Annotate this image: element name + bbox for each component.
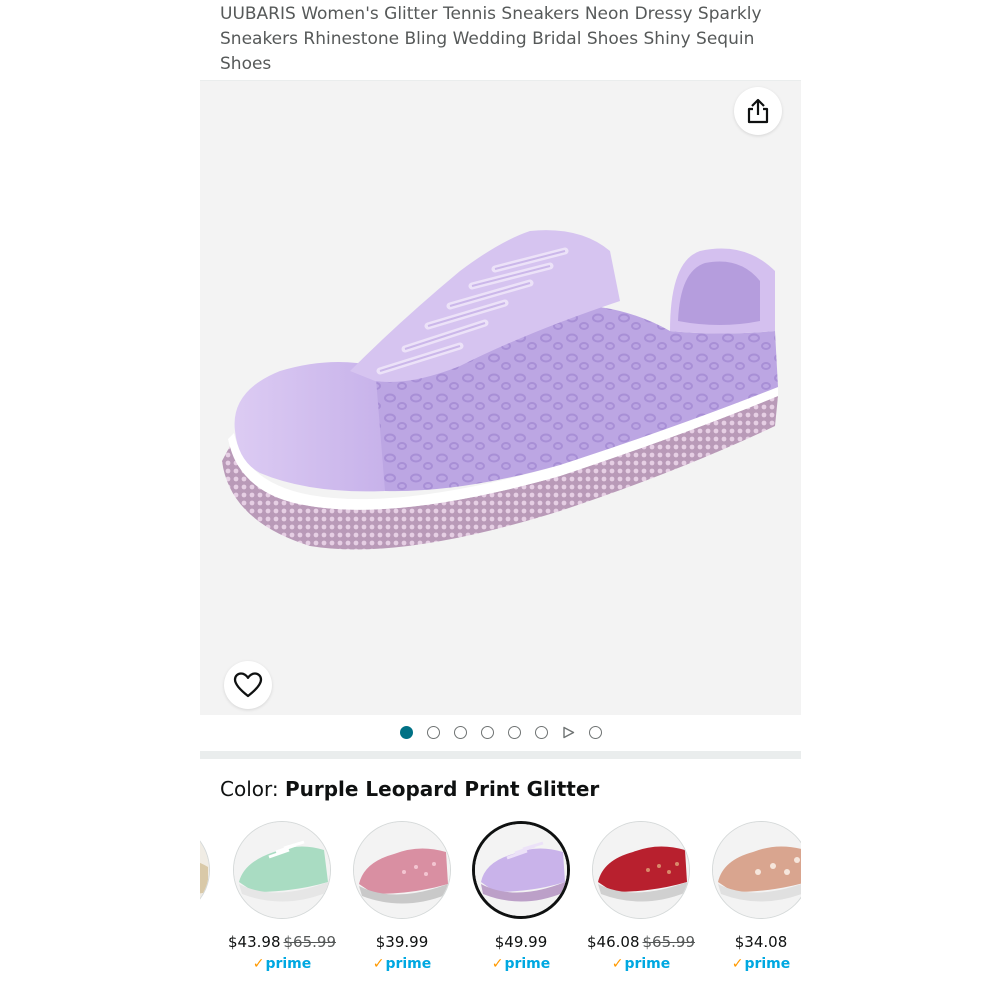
image-dot-4[interactable]: [481, 726, 494, 739]
prime-label: prime: [385, 956, 432, 972]
share-icon: [747, 98, 769, 124]
variant-price-4: $46.08 $65.99: [571, 933, 711, 951]
prime-badge-3: ✓prime: [491, 956, 551, 972]
prime-badge-1: ✓prime: [252, 956, 312, 972]
price-now: $34.08: [734, 933, 788, 951]
product-title: UUBARIS Women's Glitter Tennis Sneakers …: [220, 4, 762, 74]
image-pagination: [200, 715, 801, 751]
image-dot-6[interactable]: [535, 726, 548, 739]
red-sneaker-swatch: [593, 822, 689, 918]
rose-gold-sneaker-swatch: [713, 822, 801, 918]
title-block: UUBARIS Women's Glitter Tennis Sneakers …: [200, 0, 801, 80]
prime-label: prime: [504, 956, 551, 972]
price-was: $65.99: [642, 933, 696, 951]
price-now: $39.99: [375, 933, 429, 951]
mint-sneaker-swatch: [234, 822, 330, 918]
variant-price-1: $43.98 $65.99: [212, 933, 352, 951]
price-now: $49.99: [494, 933, 548, 951]
purple-sneaker-image: [222, 230, 778, 550]
heart-icon: [233, 672, 263, 698]
image-dot-8[interactable]: [589, 726, 602, 739]
color-swatch-partial[interactable]: [200, 821, 210, 919]
prime-label: prime: [744, 956, 791, 972]
swatch-image: [200, 822, 209, 918]
video-dot[interactable]: [562, 726, 575, 739]
share-button[interactable]: [734, 87, 782, 135]
play-icon: [563, 726, 575, 739]
color-swatch-5[interactable]: [712, 821, 801, 919]
color-swatch-3-selected[interactable]: [472, 821, 570, 919]
image-dot-2[interactable]: [427, 726, 440, 739]
selected-color-name: Purple Leopard Print Glitter: [284, 777, 600, 801]
color-swatch-4[interactable]: [592, 821, 690, 919]
pink-sneaker-swatch: [354, 822, 450, 918]
color-label-prefix: Color:: [220, 777, 279, 801]
prime-label: prime: [624, 956, 671, 972]
image-dot-1[interactable]: [400, 726, 413, 739]
add-to-wishlist-button[interactable]: [224, 661, 272, 709]
variant-price-5: $34.08: [691, 933, 801, 951]
product-page: UUBARIS Women's Glitter Tennis Sneakers …: [200, 0, 801, 1000]
product-image: [200, 211, 801, 581]
price-was: $65.99: [283, 933, 337, 951]
variant-price-3: $49.99: [451, 933, 591, 951]
color-swatch-2[interactable]: [353, 821, 451, 919]
product-image-gallery[interactable]: [200, 81, 801, 715]
color-selector: Color: Purple Leopard Print Glitter 99 $…: [200, 759, 801, 1000]
prime-label: prime: [265, 956, 312, 972]
prime-badge-5: ✓prime: [731, 956, 791, 972]
color-swatch-1[interactable]: [233, 821, 331, 919]
color-label: Color: Purple Leopard Print Glitter: [220, 776, 599, 802]
image-dot-3[interactable]: [454, 726, 467, 739]
image-dot-5[interactable]: [508, 726, 521, 739]
purple-sneaker-swatch: [475, 824, 567, 916]
prime-badge-4: ✓prime: [611, 956, 671, 972]
price-now: $46.08: [587, 933, 640, 951]
price-now: $43.98: [228, 933, 281, 951]
